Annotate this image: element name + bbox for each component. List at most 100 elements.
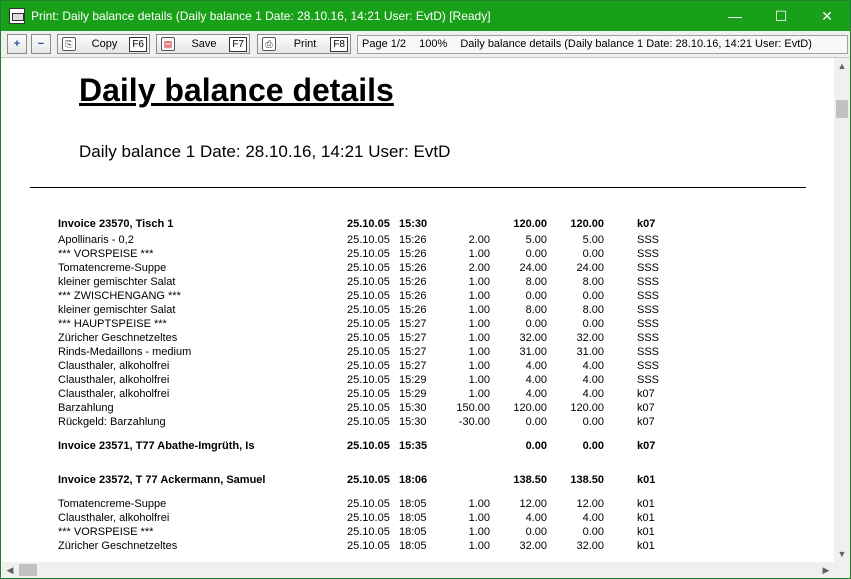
cell-total: 0.00 xyxy=(582,290,604,302)
cell-name: Züricher Geschnetzeltes xyxy=(58,540,178,552)
print-app-icon xyxy=(9,8,25,24)
table-row: Züricher Geschnetzeltes 25.10.05 18:05 1.00… xyxy=(2,540,834,554)
cell-price: 120.00 xyxy=(513,402,547,414)
cell-name: Apollinaris - 0,2 xyxy=(58,234,134,246)
invoice-header-row: Invoice 23572, T 77 Ackermann, Samuel 25.… xyxy=(2,474,834,488)
cell-code: k07 xyxy=(637,388,655,400)
cell-date: 25.10.05 xyxy=(347,474,390,486)
close-button[interactable]: ✕ xyxy=(804,1,850,31)
save-label: Save xyxy=(191,38,217,50)
cell-code: SSS xyxy=(637,318,660,330)
cell-date: 25.10.05 xyxy=(347,304,390,316)
cell-total: 31.00 xyxy=(576,346,604,358)
maximize-button[interactable]: ☐ xyxy=(758,1,804,31)
cell-total: 0.00 xyxy=(582,526,604,538)
vertical-scrollbar[interactable]: ▲ ▼ xyxy=(834,58,850,562)
table-row: Clausthaler, alkoholfrei 25.10.05 18:05 1.0… xyxy=(2,512,834,526)
cell-name: Invoice 23571, T77 Abathe-Imgrüth, Is xyxy=(58,440,255,452)
cell-price: 138.50 xyxy=(513,474,547,486)
print-label: Print xyxy=(293,38,317,50)
cell-total: 32.00 xyxy=(576,332,604,344)
cell-qty: 2.00 xyxy=(468,234,490,246)
cell-name: kleiner gemischter Salat xyxy=(58,276,176,288)
horizontal-scroll-thumb[interactable] xyxy=(19,564,37,576)
cell-time: 15:35 xyxy=(399,440,428,452)
minimize-button[interactable]: — xyxy=(712,1,758,31)
scroll-up-icon[interactable]: ▲ xyxy=(834,58,850,74)
cell-code: SSS xyxy=(637,346,660,358)
print-button[interactable]: ⎙ Print F8 xyxy=(257,34,351,54)
cell-name: *** VORSPEISE *** xyxy=(58,248,154,260)
vertical-scroll-thumb[interactable] xyxy=(836,100,848,118)
cell-code: k07 xyxy=(637,402,655,414)
window-title: Print: Daily balance details (Daily bala… xyxy=(31,9,491,23)
zoom-out-button[interactable]: − xyxy=(31,34,51,54)
cell-total: 8.00 xyxy=(582,276,604,288)
cell-time: 15:26 xyxy=(399,290,427,302)
cell-name: Barzahlung xyxy=(58,402,114,414)
cell-qty: 1.00 xyxy=(468,388,490,400)
copy-shortcut: F6 xyxy=(129,37,147,52)
cell-qty: 1.00 xyxy=(468,276,490,288)
cell-qty: 1.00 xyxy=(468,290,490,302)
table-row: Rückgeld: Barzahlung 25.10.05 15:30 -30.00 0… xyxy=(2,416,834,430)
cell-price: 0.00 xyxy=(525,318,547,330)
cell-qty: 1.00 xyxy=(468,512,490,524)
cell-code: SSS xyxy=(637,360,660,372)
cell-code: k01 xyxy=(637,526,655,538)
table-row: Apollinaris - 0,2 25.10.05 15:26 2.00 5.00 5.… xyxy=(2,234,834,248)
invoice-header-row: Invoice 23570, Tisch 1 25.10.05 15:30 120.0… xyxy=(2,218,834,232)
horizontal-scrollbar[interactable]: ◀ ▶ xyxy=(2,562,834,578)
cell-code: SSS xyxy=(637,262,660,274)
cell-total: 0.00 xyxy=(582,416,604,428)
copy-label: Copy xyxy=(91,38,118,50)
page-subtitle: Daily balance 1 Date: 28.10.16, 14:21 Us… xyxy=(79,142,451,161)
cell-price: 32.00 xyxy=(519,332,547,344)
title-bar[interactable]: Print: Daily balance details (Daily bala… xyxy=(1,1,850,31)
copy-button[interactable]: ⎘ Copy F6 xyxy=(57,34,150,54)
cell-qty: 1.00 xyxy=(468,248,490,260)
table-row: *** HAUPTSPEISE *** 25.10.05 15:27 1.00 0.00… xyxy=(2,318,834,332)
scroll-right-icon[interactable]: ▶ xyxy=(818,562,834,578)
cell-code: SSS xyxy=(637,290,660,302)
cell-price: 12.00 xyxy=(519,498,547,510)
scroll-left-icon[interactable]: ◀ xyxy=(2,562,18,578)
cell-time: 18:05 xyxy=(399,526,427,538)
cell-code: k07 xyxy=(637,416,655,428)
document-name: Daily balance details (Daily balance 1 D… xyxy=(460,38,812,50)
scroll-down-icon[interactable]: ▼ xyxy=(834,546,850,562)
table-row: *** VORSPEISE *** 25.10.05 15:26 1.00 0.00 0.… xyxy=(2,248,834,262)
table-row: *** ZWISCHENGANG *** 25.10.05 15:26 1.00 0.0… xyxy=(2,290,834,304)
cell-total: 0.00 xyxy=(582,248,604,260)
cell-code: SSS xyxy=(637,248,660,260)
cell-code: k07 xyxy=(637,218,656,230)
table-row: Clausthaler, alkoholfrei 25.10.05 15:27 1.0… xyxy=(2,360,834,374)
cell-price: 32.00 xyxy=(519,540,547,552)
cell-time: 15:29 xyxy=(399,388,427,400)
cell-price: 24.00 xyxy=(519,262,547,274)
cell-price: 4.00 xyxy=(525,388,547,400)
cell-time: 15:27 xyxy=(399,346,427,358)
cell-total: 32.00 xyxy=(576,540,604,552)
invoice-header-row: Invoice 23571, T77 Abathe-Imgrüth, Is 25.… xyxy=(2,440,834,454)
cell-total: 8.00 xyxy=(582,304,604,316)
table-row: Züricher Geschnetzeltes 25.10.05 15:27 1.00… xyxy=(2,332,834,346)
cell-qty: 1.00 xyxy=(468,346,490,358)
zoom-in-icon: + xyxy=(13,38,21,50)
zoom-in-button[interactable]: + xyxy=(7,34,27,54)
cell-price: 8.00 xyxy=(525,276,547,288)
cell-time: 15:26 xyxy=(399,234,427,246)
save-button[interactable]: ▤ Save F7 xyxy=(156,34,250,54)
cell-qty: 1.00 xyxy=(468,304,490,316)
cell-code: SSS xyxy=(637,332,660,344)
page-title: Daily balance details xyxy=(79,72,394,108)
cell-total: 0.00 xyxy=(582,440,604,452)
cell-code: SSS xyxy=(637,276,660,288)
zoom-out-icon: − xyxy=(37,38,45,50)
cell-qty: 1.00 xyxy=(468,360,490,372)
save-shortcut: F7 xyxy=(229,37,247,52)
divider xyxy=(30,187,806,188)
cell-name: Clausthaler, alkoholfrei xyxy=(58,360,170,372)
cell-total: 0.00 xyxy=(582,318,604,330)
cell-code: SSS xyxy=(637,234,660,246)
